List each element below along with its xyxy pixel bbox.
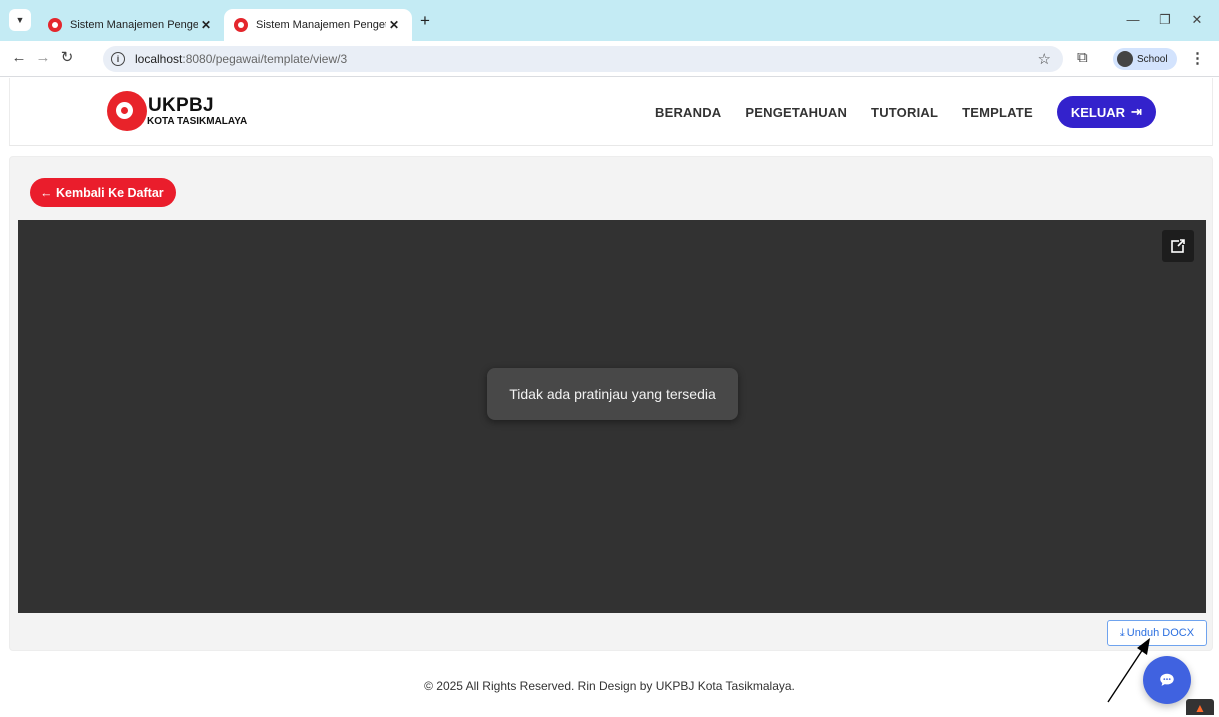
logo-title: UKPBJ	[148, 95, 214, 116]
restore-icon[interactable]: ❐	[1155, 12, 1175, 28]
site-favicon-icon	[48, 18, 62, 32]
tab-title: Sistem Manajemen Pengetahuan	[70, 19, 198, 31]
site-logo[interactable]: UKPBJ KOTA TASIKMALAYA	[107, 91, 277, 131]
document-viewer[interactable]: Tidak ada pratinjau yang tersedia	[18, 220, 1206, 613]
download-label: Unduh DOCX	[1126, 627, 1195, 639]
bookmark-star-icon[interactable]: ☆	[1038, 50, 1051, 68]
site-footer: © 2025 All Rights Reserved. Rin Design b…	[424, 679, 795, 693]
close-icon[interactable]: ✕	[386, 18, 402, 32]
debug-toolbar-icon[interactable]: ▲	[1186, 699, 1214, 715]
close-icon[interactable]: ✕	[198, 18, 214, 32]
open-external-button[interactable]	[1162, 230, 1194, 262]
tab-title: Sistem Manajemen Pengetahuan	[256, 19, 386, 31]
browser-toolbar: ← → ↻ i localhost:8080/pegawai/template/…	[0, 41, 1219, 77]
url-path: :8080/pegawai/template/view/3	[182, 52, 348, 66]
content-card: ← Kembali Ke Daftar Tidak ada pratinjau …	[9, 156, 1213, 651]
chat-bubble-icon	[1160, 673, 1174, 686]
no-preview-message: Tidak ada pratinjau yang tersedia	[487, 368, 738, 420]
address-bar[interactable]: i localhost:8080/pegawai/template/view/3…	[103, 46, 1063, 72]
extensions-icon[interactable]: ⧉	[1077, 49, 1088, 66]
logout-icon: ⇥	[1131, 104, 1142, 119]
minimize-icon[interactable]: —	[1123, 12, 1143, 27]
logo-subtitle: KOTA TASIKMALAYA	[147, 116, 248, 127]
nav-link-tutorial[interactable]: TUTORIAL	[871, 105, 938, 120]
nav-link-beranda[interactable]: BERANDA	[655, 105, 721, 120]
chevron-down-icon: ▼	[15, 15, 25, 25]
download-docx-button[interactable]: ⤓ Unduh DOCX	[1107, 620, 1207, 646]
browser-tab-1[interactable]: Sistem Manajemen Pengetahuan ✕	[38, 9, 224, 41]
close-window-icon[interactable]: ✕	[1187, 12, 1207, 28]
main-nav: BERANDA PENGETAHUAN TUTORIAL TEMPLATE KE…	[655, 96, 1156, 128]
more-menu-icon[interactable]: ⋮	[1190, 49, 1205, 67]
avatar	[1117, 51, 1133, 67]
logout-label: KELUAR	[1070, 104, 1125, 120]
logout-button[interactable]: KELUAR ⇥	[1056, 96, 1156, 128]
back-button-label: ← Kembali Ke Daftar	[40, 185, 164, 200]
forward-arrow-icon[interactable]: →	[34, 50, 52, 66]
site-info-icon[interactable]: i	[111, 52, 125, 66]
reload-icon[interactable]: ↻	[58, 50, 76, 66]
browser-tab-bar: ▼ Sistem Manajemen Pengetahuan ✕ Sistem …	[0, 0, 1219, 41]
new-tab-button[interactable]: +	[420, 12, 430, 29]
browser-tab-2[interactable]: Sistem Manajemen Pengetahuan ✕	[224, 9, 412, 41]
download-icon: ⤓	[1119, 626, 1125, 639]
profile-button[interactable]: School	[1113, 48, 1177, 70]
chat-button[interactable]	[1143, 656, 1191, 704]
logo-mark-icon	[107, 91, 147, 131]
profile-label: School	[1137, 53, 1168, 65]
site-favicon-icon	[234, 18, 248, 32]
nav-link-pengetahuan[interactable]: PENGETAHUAN	[745, 105, 847, 120]
back-arrow-icon[interactable]: ←	[10, 50, 28, 66]
url-host: localhost	[135, 52, 183, 66]
site-header: UKPBJ KOTA TASIKMALAYA BERANDA PENGETAHU…	[9, 78, 1213, 146]
nav-link-template[interactable]: TEMPLATE	[962, 105, 1033, 120]
open-external-icon	[1171, 239, 1185, 253]
back-to-list-button[interactable]: ← Kembali Ke Daftar	[30, 178, 176, 207]
tab-search-button[interactable]: ▼	[9, 9, 31, 31]
